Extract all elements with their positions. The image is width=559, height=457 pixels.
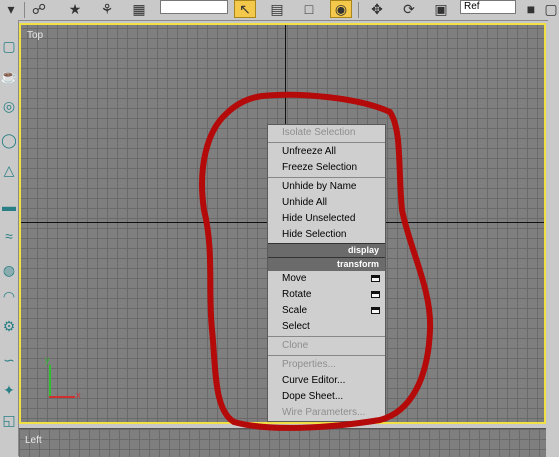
quad-menu: Isolate Selection Unfreeze All Freeze Se… — [267, 124, 386, 422]
hedra-icon[interactable]: ✦ — [0, 380, 18, 400]
selection-filter-field[interactable] — [160, 0, 228, 14]
select-by-name-icon[interactable]: ▤ — [266, 0, 288, 18]
menu-item-hide-unselected[interactable]: Hide Unselected — [268, 211, 385, 227]
menu-separator — [268, 142, 385, 143]
menu-item-rotate[interactable]: Rotate — [268, 287, 385, 303]
rotate-icon[interactable]: ⟳ — [398, 0, 420, 18]
menu-item-label: Rotate — [282, 289, 312, 300]
tube-icon[interactable]: ◍ — [0, 260, 18, 280]
menu-item-move[interactable]: Move — [268, 271, 385, 287]
menu-separator — [268, 355, 385, 356]
reference-coordinate-dropdown[interactable]: Ref — [460, 0, 516, 14]
hemisphere-icon[interactable]: ◠ — [0, 286, 18, 306]
menu-item-hide-selection[interactable]: Hide Selection — [268, 227, 385, 243]
teapot-icon[interactable]: ☕ — [0, 66, 18, 86]
scale-icon[interactable]: ▣ — [430, 0, 452, 18]
settings-box-icon[interactable] — [371, 291, 380, 298]
settings-box-icon[interactable] — [371, 275, 380, 282]
select-region-icon[interactable]: □ — [298, 0, 320, 18]
menu-item-scale[interactable]: Scale — [268, 303, 385, 319]
quad-header-transform: transform — [268, 257, 385, 271]
menu-item-isolate-selection[interactable]: Isolate Selection — [268, 125, 385, 141]
right-panel-edge — [548, 20, 559, 456]
toolbar-divider — [24, 2, 25, 18]
menu-separator — [268, 336, 385, 337]
toolbar-divider — [358, 2, 359, 18]
menu-separator — [268, 177, 385, 178]
cone-icon[interactable]: △ — [0, 160, 18, 180]
axis-tripod-icon: y x — [43, 355, 83, 401]
left-viewport[interactable]: Left — [19, 428, 546, 457]
pivot-center-icon[interactable]: ■ — [520, 0, 542, 18]
menu-item-unhide-by-name[interactable]: Unhide by Name — [268, 179, 385, 195]
menu-item-properties[interactable]: Properties... — [268, 357, 385, 373]
box-icon[interactable]: ▢ — [0, 36, 18, 56]
viewport-label[interactable]: Left — [25, 435, 42, 446]
window-crossing-icon[interactable]: ◉ — [330, 0, 352, 18]
menu-item-select[interactable]: Select — [268, 319, 385, 335]
menu-item-label: Move — [282, 273, 307, 284]
y-axis-line — [49, 365, 51, 397]
menu-item-clone[interactable]: Clone — [268, 338, 385, 354]
spring-icon[interactable]: ∽ — [0, 350, 18, 370]
move-icon[interactable]: ✥ — [366, 0, 388, 18]
select-filter-icon[interactable]: ▦ — [128, 0, 150, 18]
x-axis-label: x — [76, 390, 81, 400]
menu-item-dope-sheet[interactable]: Dope Sheet... — [268, 389, 385, 405]
torus-icon[interactable]: ◯ — [0, 130, 18, 150]
quad-header-display: display — [268, 243, 385, 257]
menu-item-curve-editor[interactable]: Curve Editor... — [268, 373, 385, 389]
gear-icon[interactable]: ⚙ — [0, 316, 18, 336]
select-object-icon[interactable]: ↖ — [234, 0, 256, 18]
bind-space-warp-icon[interactable]: ⚘ — [96, 0, 118, 18]
menu-item-wire-parameters[interactable]: Wire Parameters... — [268, 405, 385, 421]
menu-item-unhide-all[interactable]: Unhide All — [268, 195, 385, 211]
helix-icon[interactable]: ≈ — [0, 226, 18, 246]
x-axis-line — [49, 396, 75, 398]
menu-item-freeze-selection[interactable]: Freeze Selection — [268, 160, 385, 176]
menu-item-unfreeze-all[interactable]: Unfreeze All — [268, 144, 385, 160]
sphere-icon[interactable]: ◎ — [0, 96, 18, 116]
y-axis-label: y — [45, 355, 50, 365]
main-toolbar: ▾ ☍ ★ ⚘ ▦ ↖ ▤ □ ◉ ✥ ⟳ ▣ Ref ■ ▢ — [0, 0, 559, 21]
capsule-icon[interactable]: ◱ — [0, 410, 18, 430]
settings-box-icon[interactable] — [371, 307, 380, 314]
unlink-icon[interactable]: ★ — [64, 0, 86, 18]
menu-item-label: Scale — [282, 305, 308, 316]
left-tool-strip: ▢ ☕ ◎ ◯ △ ▬ ≈ ◍ ◠ ⚙ ∽ ✦ ◱ — [0, 20, 19, 456]
viewport-label[interactable]: Top — [27, 30, 43, 41]
axis-constraint-icon[interactable]: ▢ — [540, 0, 559, 18]
toolbar-overflow-icon[interactable]: ▾ — [0, 0, 22, 18]
link-icon[interactable]: ☍ — [28, 0, 50, 18]
plane-icon[interactable]: ▬ — [0, 196, 18, 216]
